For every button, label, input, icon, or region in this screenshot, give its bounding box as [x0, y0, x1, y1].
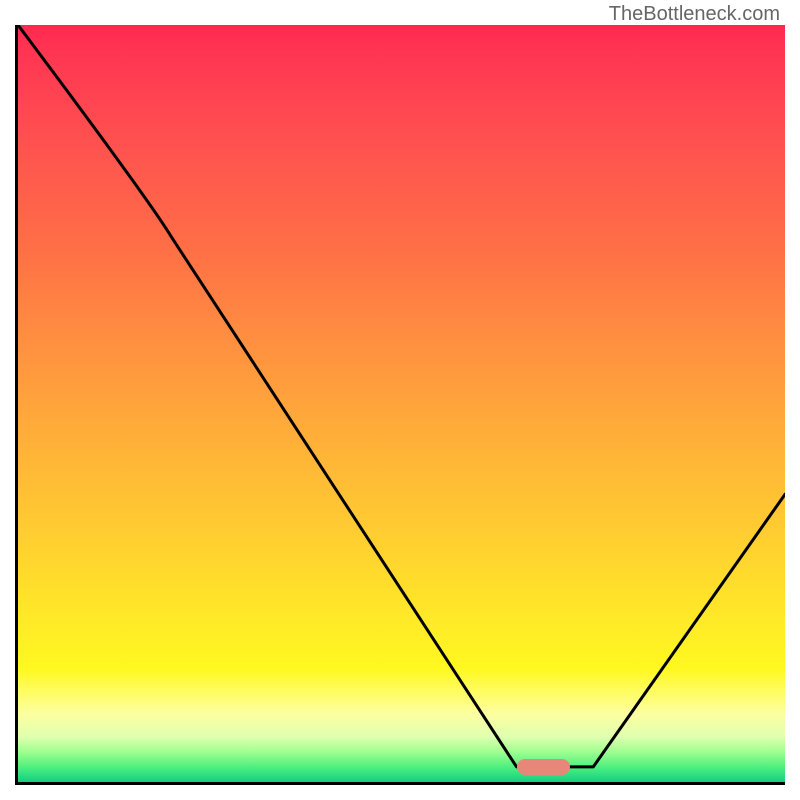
chart-x-axis	[15, 782, 785, 785]
optimal-zone-marker	[517, 759, 571, 775]
chart-area	[15, 25, 785, 785]
watermark-text: TheBottleneck.com	[609, 3, 780, 26]
bottleneck-curve	[18, 25, 785, 782]
